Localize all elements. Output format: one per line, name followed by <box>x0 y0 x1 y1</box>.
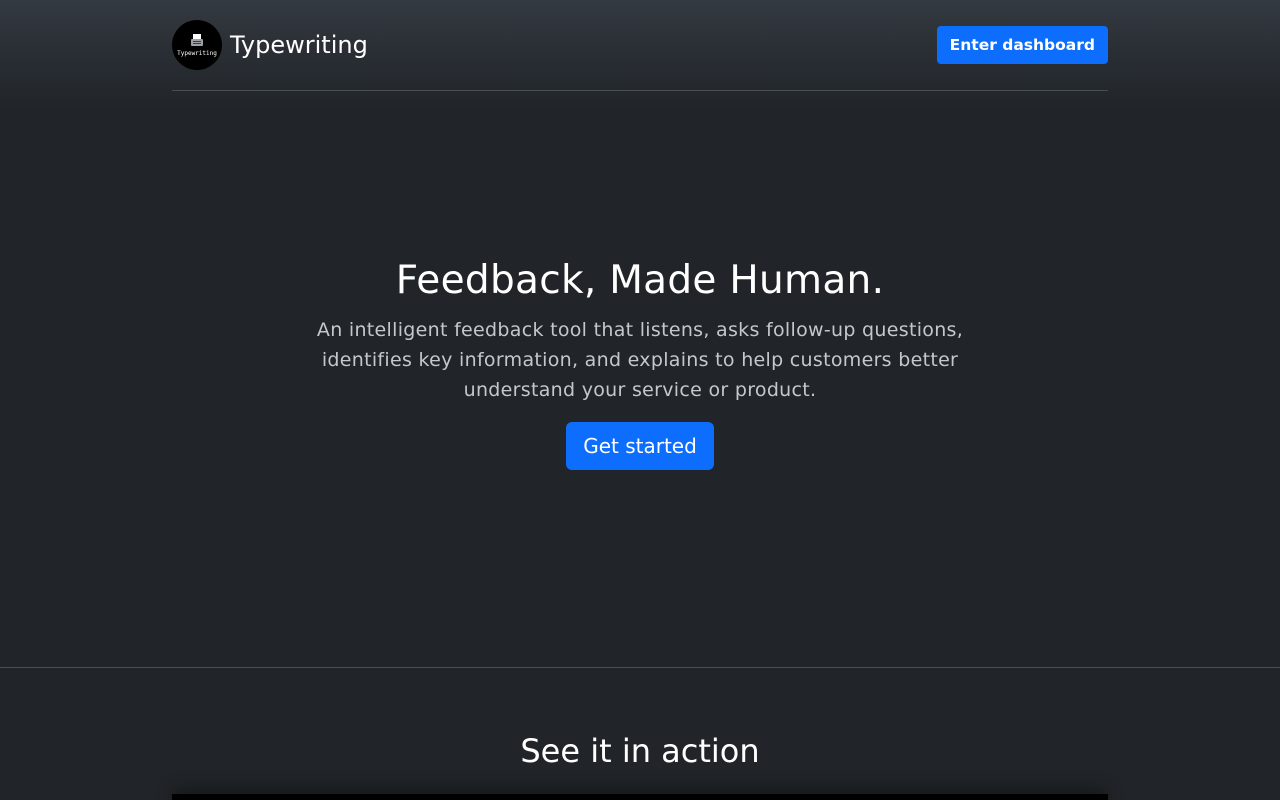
hero-description: An intelligent feedback tool that listen… <box>316 319 964 401</box>
demo-video[interactable] <box>172 794 1108 800</box>
logo-text: Typewriting <box>177 50 217 57</box>
get-started-button[interactable]: Get started <box>566 422 714 470</box>
brand[interactable]: Typewriting Typewriting <box>172 20 368 70</box>
brand-logo: Typewriting <box>172 20 222 70</box>
section-divider <box>0 667 1280 668</box>
navbar: Typewriting Typewriting Enter dashboard <box>172 0 1108 91</box>
hero-section: Feedback, Made Human. An intelligent fee… <box>0 255 1280 470</box>
brand-name: Typewriting <box>230 31 368 59</box>
enter-dashboard-button[interactable]: Enter dashboard <box>936 26 1108 64</box>
hero-title: Feedback, Made Human. <box>395 258 885 303</box>
landing-page: Typewriting Typewriting Enter dashboard … <box>0 0 1280 800</box>
typewriter-icon <box>191 34 203 46</box>
demo-section-title: See it in action <box>520 732 760 770</box>
